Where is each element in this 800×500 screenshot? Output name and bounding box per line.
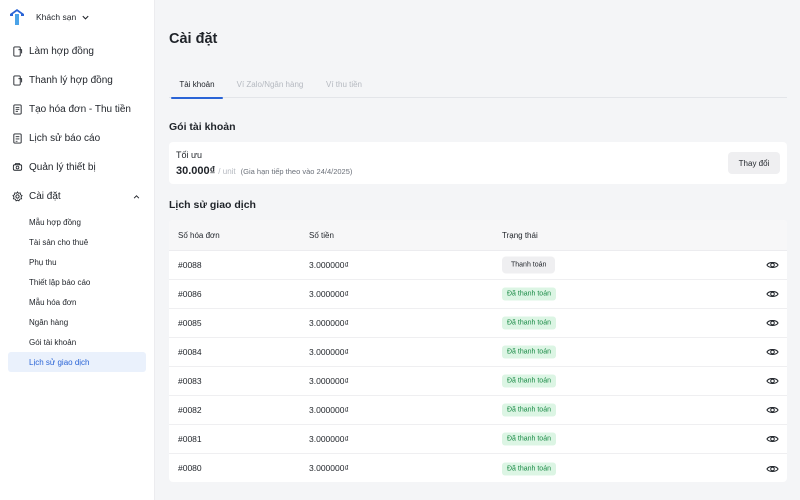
eye-icon[interactable] xyxy=(766,259,779,272)
tab-collection-wallet[interactable]: Ví thu tiền xyxy=(321,70,367,98)
column-header-status: Trạng thái xyxy=(502,231,538,240)
chevron-down-icon xyxy=(82,15,89,20)
column-header-amount: Số tiền xyxy=(309,231,334,240)
sidebar-item-liquidation[interactable]: Thanh lý hợp đồng xyxy=(0,66,154,95)
tab-account[interactable]: Tài khoản xyxy=(171,70,223,99)
submenu-transaction-history[interactable]: Lịch sử giao dịch xyxy=(8,352,146,372)
invoice-icon xyxy=(13,104,22,115)
table-body: #0088 3.000000₫ Thanh toán #0086 3.000000₫ Đã… xyxy=(169,251,787,482)
chevron-up-icon xyxy=(133,194,140,199)
transactions-heading: Lịch sử giao dịch xyxy=(169,199,256,211)
gear-icon xyxy=(12,191,23,202)
transactions-table: Số hóa đơn Số tiền Trạng thái #0088 3.000… xyxy=(169,220,787,482)
contract-liquidation-icon xyxy=(13,75,23,86)
amount: 3.000000₫ xyxy=(309,260,349,270)
device-icon xyxy=(12,162,23,171)
sidebar-item-label: Tạo hóa đơn - Thu tiền xyxy=(29,104,131,115)
property-name: Khách sạn xyxy=(36,12,77,22)
sidebar-item-label: Cài đặt xyxy=(29,191,61,202)
property-switcher[interactable]: Khách sạn xyxy=(0,0,154,34)
pay-button[interactable]: Thanh toán xyxy=(502,256,556,274)
submenu-account-plan[interactable]: Gói tài khoản xyxy=(0,332,154,352)
plan-price-line: 30.000₫ / unit (Gia hạn tiếp theo vào 24… xyxy=(176,165,352,177)
eye-icon[interactable] xyxy=(766,288,779,301)
amount: 3.000000₫ xyxy=(309,376,349,386)
invoice-number: #0081 xyxy=(178,434,202,444)
eye-icon[interactable] xyxy=(766,375,779,388)
eye-icon[interactable] xyxy=(766,433,779,446)
invoice-number: #0086 xyxy=(178,289,202,299)
tab-zalo-bank-wallet[interactable]: Ví Zalo/Ngân hàng xyxy=(235,70,305,98)
submenu-report-setup[interactable]: Thiết lập báo cáo xyxy=(0,272,154,292)
status-badge: Đã thanh toán xyxy=(502,462,556,475)
report-history-icon xyxy=(13,133,22,144)
eye-icon[interactable] xyxy=(766,317,779,330)
table-row: #0083 3.000000₫ Đã thanh toán xyxy=(169,367,787,396)
invoice-number: #0085 xyxy=(178,318,202,328)
sidebar: Khách sạn Làm hợp đồng Thanh lý hợp đồng… xyxy=(0,0,155,500)
table-row: #0080 3.000000₫ Đã thanh toán xyxy=(169,454,787,482)
settings-submenu: Mẫu hợp đồng Tài sản cho thuê Phụ thu Th… xyxy=(0,212,154,372)
plan-name: Tối ưu xyxy=(176,150,203,160)
plan-price: 30.000₫ xyxy=(176,165,216,177)
submenu-surcharge[interactable]: Phụ thu xyxy=(0,252,154,272)
amount: 3.000000₫ xyxy=(309,289,349,299)
table-row: #0088 3.000000₫ Thanh toán xyxy=(169,251,787,280)
sidebar-item-label: Thanh lý hợp đồng xyxy=(29,75,113,86)
sidebar-item-report-history[interactable]: Lịch sử báo cáo xyxy=(0,124,154,153)
invoice-number: #0082 xyxy=(178,405,202,415)
invoice-number: #0080 xyxy=(178,463,202,473)
invoice-number: #0083 xyxy=(178,376,202,386)
table-row: #0086 3.000000₫ Đã thanh toán xyxy=(169,280,787,309)
table-row: #0084 3.000000₫ Đã thanh toán xyxy=(169,338,787,367)
amount: 3.000000₫ xyxy=(309,434,349,444)
settings-tabs: Tài khoản Ví Zalo/Ngân hàng Ví thu tiền xyxy=(169,70,787,99)
plan-renewal-note: (Gia hạn tiếp theo vào 24/4/2025) xyxy=(240,167,353,176)
invoice-number: #0084 xyxy=(178,347,202,357)
amount: 3.000000₫ xyxy=(309,347,349,357)
amount: 3.000000₫ xyxy=(309,463,349,473)
status-badge: Đã thanh toán xyxy=(502,345,556,359)
table-row: #0081 3.000000₫ Đã thanh toán xyxy=(169,425,787,454)
submenu-bank[interactable]: Ngân hàng xyxy=(0,312,154,332)
table-row: #0082 3.000000₫ Đã thanh toán xyxy=(169,396,787,425)
column-header-invoice: Số hóa đơn xyxy=(178,231,220,240)
sidebar-item-settings[interactable]: Cài đặt xyxy=(0,182,154,211)
plan-unit: / unit xyxy=(218,167,236,176)
eye-icon[interactable] xyxy=(766,404,779,417)
sidebar-item-label: Lịch sử báo cáo xyxy=(29,133,101,144)
contract-icon xyxy=(13,46,23,57)
sidebar-item-label: Quản lý thiết bị xyxy=(29,162,96,173)
sidebar-item-devices[interactable]: Quản lý thiết bị xyxy=(0,153,154,182)
main-content: Cài đặt Tài khoản Ví Zalo/Ngân hàng Ví t… xyxy=(155,0,800,500)
page-title: Cài đặt xyxy=(169,31,218,47)
invoice-number: #0088 xyxy=(178,260,202,270)
submenu-contract-template[interactable]: Mẫu hợp đồng xyxy=(0,212,154,232)
sidebar-item-contract[interactable]: Làm hợp đồng xyxy=(0,37,154,66)
submenu-invoice-template[interactable]: Mẫu hóa đơn xyxy=(0,292,154,312)
eye-icon[interactable] xyxy=(766,462,779,475)
status-badge: Đã thanh toán xyxy=(502,403,556,417)
change-plan-button[interactable]: Thay đổi xyxy=(728,152,780,174)
status-badge: Đã thanh toán xyxy=(502,374,556,388)
table-row: #0085 3.000000₫ Đã thanh toán xyxy=(169,309,787,338)
sidebar-nav: Làm hợp đồng Thanh lý hợp đồng Tạo hóa đ… xyxy=(0,37,154,372)
eye-icon[interactable] xyxy=(766,346,779,359)
status-badge: Đã thanh toán xyxy=(502,287,556,301)
status-badge: Đã thanh toán xyxy=(502,432,556,446)
sidebar-item-invoice[interactable]: Tạo hóa đơn - Thu tiền xyxy=(0,95,154,124)
status-badge: Đã thanh toán xyxy=(502,316,556,330)
submenu-rental-assets[interactable]: Tài sản cho thuê xyxy=(0,232,154,252)
amount: 3.000000₫ xyxy=(309,405,349,415)
table-header: Số hóa đơn Số tiền Trạng thái xyxy=(169,220,787,251)
app-logo-icon xyxy=(10,9,24,25)
plan-card: Tối ưu 30.000₫ / unit (Gia hạn tiếp theo… xyxy=(169,142,787,184)
sidebar-item-label: Làm hợp đồng xyxy=(29,46,94,57)
amount: 3.000000₫ xyxy=(309,318,349,328)
plan-section-heading: Gói tài khoản xyxy=(169,121,236,133)
